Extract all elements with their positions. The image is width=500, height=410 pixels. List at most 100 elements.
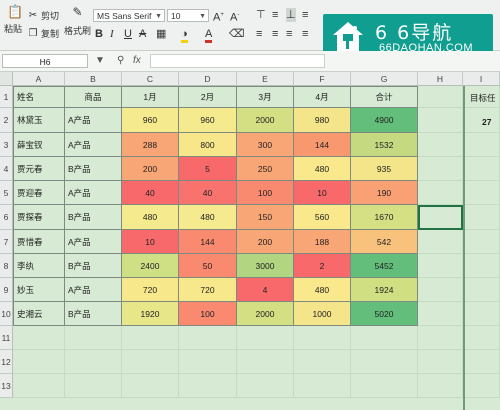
empty-cell[interactable] — [122, 326, 179, 350]
table-cell[interactable]: 3000 — [237, 254, 294, 278]
empty-cell[interactable] — [13, 374, 65, 398]
table-cell[interactable]: B产品 — [65, 254, 122, 278]
table-header-cell[interactable]: 姓名 — [13, 86, 65, 108]
empty-cell[interactable] — [13, 350, 65, 374]
column-header-d[interactable]: D — [179, 72, 237, 86]
strikethrough-button[interactable]: A — [139, 27, 146, 41]
empty-cell[interactable] — [463, 350, 500, 374]
table-cell[interactable]: 40 — [179, 181, 237, 205]
empty-cell[interactable] — [418, 326, 463, 350]
empty-cell[interactable] — [351, 374, 418, 398]
table-cell[interactable]: 李纨 — [13, 254, 65, 278]
empty-cell[interactable] — [463, 278, 500, 302]
empty-cell[interactable] — [418, 181, 463, 205]
table-cell[interactable]: 200 — [122, 157, 179, 181]
table-cell[interactable]: 960 — [179, 108, 237, 133]
table-cell[interactable]: 50 — [179, 254, 237, 278]
table-header-cell[interactable]: 1月 — [122, 86, 179, 108]
empty-cell[interactable] — [463, 133, 500, 157]
table-header-cell[interactable]: 3月 — [237, 86, 294, 108]
table-cell[interactable]: 4900 — [351, 108, 418, 133]
column-header-h[interactable]: H — [418, 72, 463, 86]
font-size-select[interactable]: 10 ▼ — [167, 9, 209, 22]
empty-cell[interactable] — [463, 205, 500, 230]
empty-cell[interactable] — [418, 108, 463, 133]
empty-cell[interactable] — [463, 254, 500, 278]
row-header-13[interactable]: 13 — [0, 374, 13, 398]
empty-cell[interactable] — [463, 374, 500, 398]
table-cell[interactable]: 贾迎春 — [13, 181, 65, 205]
table-cell[interactable]: 4 — [237, 278, 294, 302]
row-header-4[interactable]: 4 — [0, 157, 13, 181]
formula-input[interactable] — [150, 54, 325, 68]
empty-cell[interactable] — [418, 350, 463, 374]
table-cell[interactable]: 720 — [122, 278, 179, 302]
empty-cell[interactable] — [418, 374, 463, 398]
eraser-icon[interactable]: ⌫ — [229, 27, 245, 41]
empty-cell[interactable] — [351, 326, 418, 350]
empty-cell[interactable] — [65, 374, 122, 398]
row-header-12[interactable]: 12 — [0, 350, 13, 374]
row-header-7[interactable]: 7 — [0, 230, 13, 254]
table-header-cell[interactable]: 商品 — [65, 86, 122, 108]
empty-cell[interactable] — [418, 302, 463, 326]
column-header-i[interactable]: I — [463, 72, 500, 86]
table-cell[interactable]: 2400 — [122, 254, 179, 278]
align-bottom-icon[interactable]: ⊥ — [286, 8, 296, 22]
empty-cell[interactable] — [418, 86, 463, 108]
table-header-cell[interactable]: 合计 — [351, 86, 418, 108]
decrease-font-button[interactable]: A- — [230, 8, 239, 25]
table-cell[interactable]: 300 — [237, 133, 294, 157]
table-cell[interactable]: 史湘云 — [13, 302, 65, 326]
table-cell[interactable]: 980 — [294, 108, 351, 133]
empty-cell[interactable] — [418, 133, 463, 157]
table-cell[interactable]: 贾惜春 — [13, 230, 65, 254]
table-cell[interactable]: 190 — [351, 181, 418, 205]
table-cell[interactable]: 288 — [122, 133, 179, 157]
empty-cell[interactable] — [463, 157, 500, 181]
column-header-g[interactable]: G — [351, 72, 418, 86]
table-cell[interactable]: 妙玉 — [13, 278, 65, 302]
empty-cell[interactable] — [179, 350, 237, 374]
table-cell[interactable]: A产品 — [65, 108, 122, 133]
name-box[interactable]: H6 — [2, 54, 88, 68]
table-cell[interactable]: 2000 — [237, 302, 294, 326]
empty-cell[interactable] — [418, 230, 463, 254]
fill-color-icon[interactable]: ◑ — [181, 27, 188, 43]
table-cell[interactable]: 5452 — [351, 254, 418, 278]
empty-cell[interactable] — [237, 374, 294, 398]
row-header-11[interactable]: 11 — [0, 326, 13, 350]
empty-cell[interactable] — [122, 374, 179, 398]
table-cell[interactable]: 1670 — [351, 205, 418, 230]
empty-cell[interactable] — [418, 278, 463, 302]
table-cell[interactable]: 800 — [179, 133, 237, 157]
copy-button[interactable]: ❐ 复制 — [27, 27, 60, 40]
row-header-9[interactable]: 9 — [0, 278, 13, 302]
zoom-icon[interactable]: ⚲ — [117, 54, 124, 68]
table-cell[interactable]: 2 — [294, 254, 351, 278]
empty-cell[interactable] — [294, 350, 351, 374]
row-header-6[interactable]: 6 — [0, 205, 13, 230]
justify-icon[interactable]: ≡ — [302, 27, 308, 41]
empty-cell[interactable] — [13, 326, 65, 350]
empty-cell[interactable] — [122, 350, 179, 374]
table-cell[interactable]: 188 — [294, 230, 351, 254]
row-header-8[interactable]: 8 — [0, 254, 13, 278]
empty-cell[interactable] — [237, 350, 294, 374]
column-header-a[interactable]: A — [13, 72, 65, 86]
empty-cell[interactable] — [351, 350, 418, 374]
table-cell[interactable]: 150 — [237, 205, 294, 230]
chevron-down-icon[interactable]: ▼ — [95, 54, 105, 68]
table-cell[interactable]: 200 — [237, 230, 294, 254]
table-cell[interactable]: 5020 — [351, 302, 418, 326]
font-color-icon[interactable]: A — [205, 27, 213, 43]
font-name-select[interactable]: MS Sans Serif ▼ — [93, 9, 165, 22]
format-painter-button[interactable]: ✎ 格式刷 — [64, 6, 91, 37]
row-header-2[interactable]: 2 — [0, 108, 13, 133]
row-header-10[interactable]: 10 — [0, 302, 13, 326]
table-cell[interactable]: 720 — [179, 278, 237, 302]
table-cell[interactable]: 100 — [237, 181, 294, 205]
border-icon[interactable]: ▦ — [156, 27, 166, 41]
column-header-f[interactable]: F — [294, 72, 351, 86]
empty-cell[interactable] — [179, 374, 237, 398]
